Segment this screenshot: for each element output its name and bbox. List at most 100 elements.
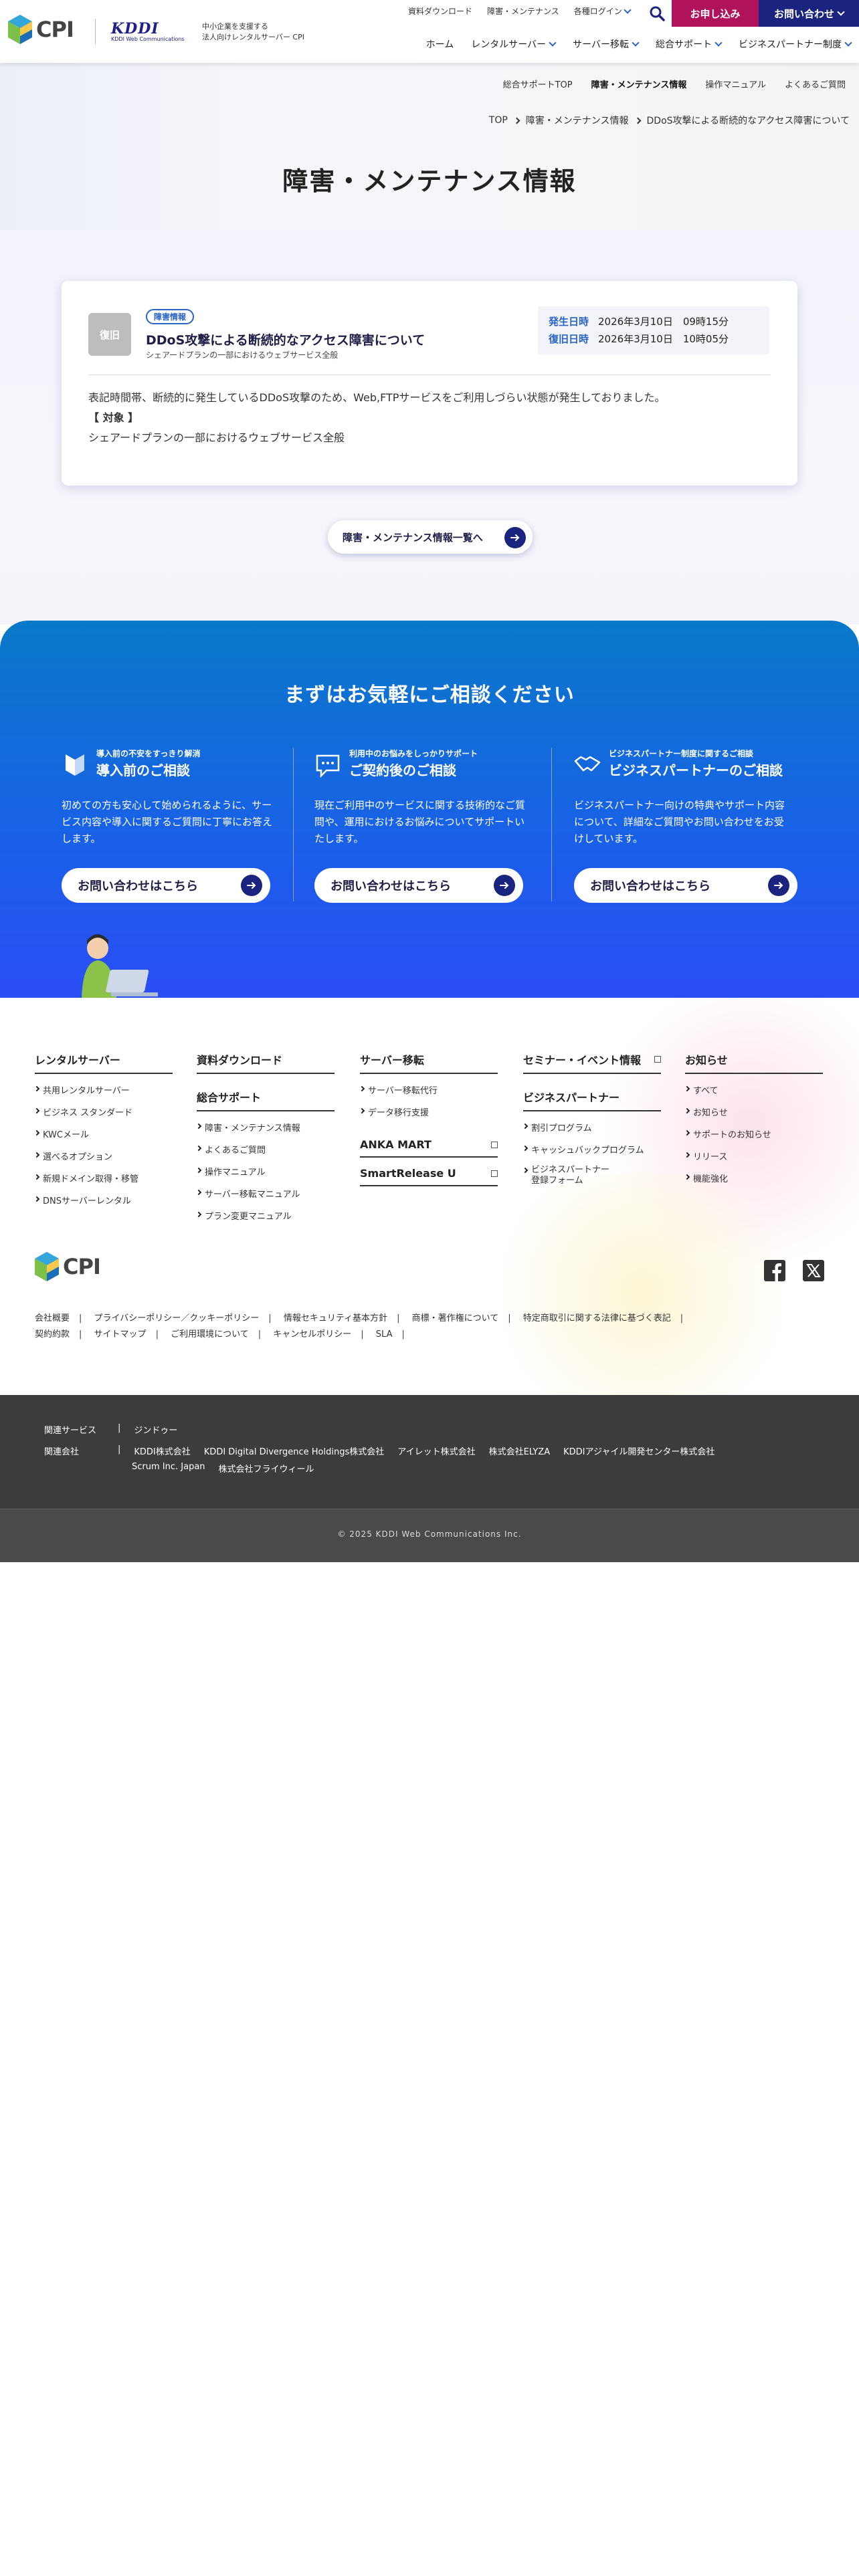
util-maintenance[interactable]: 障害・メンテナンス: [487, 5, 559, 17]
footer-link[interactable]: DNSサーバーレンタル: [33, 1194, 173, 1206]
footer-link[interactable]: 共用レンタルサーバー: [33, 1083, 173, 1096]
footer-link[interactable]: ビジネスパートナー 登録フォーム: [522, 1165, 661, 1186]
breadcrumb-maintenance[interactable]: 障害・メンテナンス情報: [526, 114, 629, 127]
company-link[interactable]: アイレット株式会社: [397, 1444, 475, 1457]
footer-link-label: ビジネス スタンダード: [43, 1108, 133, 1118]
chevron-right-icon: [33, 1085, 40, 1092]
footer-link[interactable]: よくあるご質問: [195, 1143, 335, 1156]
util-download[interactable]: 資料ダウンロード: [408, 5, 472, 17]
legal-link[interactable]: 会社概要: [35, 1313, 70, 1323]
legal-separator: |: [508, 1313, 511, 1323]
footer-link[interactable]: キャッシュバックプログラム: [522, 1143, 661, 1156]
company-link[interactable]: 株式会社ELYZA: [489, 1444, 550, 1457]
legal-separator: |: [680, 1313, 684, 1323]
footer-link[interactable]: サーバー移転マニュアル: [195, 1187, 335, 1200]
footer-head-smartrelease-label: SmartRelease U: [360, 1167, 456, 1180]
footer-link[interactable]: リリース: [684, 1150, 823, 1162]
footer-link[interactable]: 割引プログラム: [522, 1121, 661, 1134]
footer-link-label: キャッシュバックプログラム: [531, 1146, 644, 1156]
footer-head-partner[interactable]: ビジネスパートナー: [523, 1089, 661, 1111]
footer-link[interactable]: ビジネス スタンダード: [33, 1105, 173, 1118]
footer-link-label: 操作マニュアル: [205, 1168, 266, 1178]
apply-button[interactable]: お申し込み: [672, 0, 759, 27]
footer-head-smartrelease[interactable]: SmartRelease U: [360, 1167, 498, 1186]
legal-link[interactable]: SLA: [376, 1329, 393, 1339]
breadcrumb-top[interactable]: TOP: [489, 115, 508, 126]
subnav-maintenance[interactable]: 障害・メンテナンス情報: [591, 78, 687, 90]
footer-link[interactable]: サポートのお知らせ: [684, 1128, 823, 1140]
footer-head-rental[interactable]: レンタルサーバー: [35, 1051, 173, 1074]
footer-head-news[interactable]: お知らせ: [685, 1051, 823, 1074]
consult-section: まずはお気軽にご相談ください 導入前の不安をすっきり解消 導入前のご相談 初めて…: [0, 621, 859, 998]
facebook-icon[interactable]: [764, 1260, 785, 1281]
footer-head-seminar[interactable]: セミナー・イベント情報: [523, 1051, 661, 1074]
footer-head-download[interactable]: 資料ダウンロード: [197, 1051, 335, 1074]
list-link-button[interactable]: 障害・メンテナンス情報一覧へ: [328, 520, 533, 554]
subnav-support-top[interactable]: 総合サポートTOP: [503, 78, 573, 90]
nav-home[interactable]: ホーム: [426, 37, 454, 51]
related-services-row: 関連サービス | ジンドゥー: [44, 1423, 177, 1436]
copyright: © 2025 KDDI Web Communications Inc.: [337, 1529, 522, 1539]
kddi-logo-text: KDDI: [111, 20, 159, 37]
footer-link[interactable]: すべて: [684, 1083, 823, 1096]
legal-link[interactable]: サイトマップ: [94, 1329, 147, 1339]
company-link[interactable]: KDDI Digital Divergence Holdings株式会社: [204, 1444, 384, 1457]
legal-link[interactable]: 契約約款: [35, 1329, 70, 1339]
nav-support-label: 総合サポート: [656, 39, 712, 50]
legal-link[interactable]: ご利用環境について: [171, 1329, 249, 1339]
consult-pre-button[interactable]: お問い合わせはこちら: [62, 868, 270, 903]
legal-link[interactable]: 商標・著作権について: [412, 1313, 499, 1323]
chevron-right-icon: [684, 1152, 690, 1158]
chevron-right-icon: [195, 1189, 202, 1196]
kddi-logo[interactable]: KDDI KDDI Web Communications: [111, 20, 191, 42]
contact-button[interactable]: お問い合わせ: [759, 0, 859, 27]
footer-head-migration[interactable]: サーバー移転: [360, 1051, 498, 1074]
nav-rental-server[interactable]: レンタルサーバー: [471, 37, 557, 51]
footer-head-anka[interactable]: ANKA MART: [360, 1138, 498, 1158]
footer-link[interactable]: KWCメール: [33, 1128, 173, 1140]
subnav-manual[interactable]: 操作マニュアル: [705, 78, 766, 90]
nav-support[interactable]: 総合サポート: [656, 37, 723, 51]
footer-link[interactable]: サーバー移転代行: [359, 1083, 498, 1096]
footer-link-label: サーバー移転代行: [368, 1086, 438, 1096]
legal-link[interactable]: プライバシーポリシー／クッキーポリシー: [94, 1313, 260, 1323]
legal-link[interactable]: キャンセルポリシー: [273, 1329, 351, 1339]
util-login[interactable]: 各種ログイン: [574, 5, 632, 17]
nav-server-migration[interactable]: サーバー移転: [573, 37, 640, 51]
related-link[interactable]: ジンドゥー: [134, 1423, 177, 1436]
footer-link[interactable]: プラン変更マニュアル: [195, 1209, 335, 1222]
recover-row: 復旧日時 2026年3月10日 10時05分: [549, 330, 759, 348]
cpi-logo[interactable]: CPI: [8, 15, 74, 44]
company-link[interactable]: KDDIアジャイル開発センター株式会社: [563, 1444, 714, 1457]
notice-target-label: 【 対象 】: [88, 411, 139, 424]
nav-partner[interactable]: ビジネスパートナー制度: [739, 37, 852, 51]
footer-link[interactable]: データ移行支援: [359, 1105, 498, 1118]
subnav-faq[interactable]: よくあるご質問: [785, 78, 846, 90]
search-icon[interactable]: [648, 4, 666, 23]
consult-post-button[interactable]: お問い合わせはこちら: [314, 868, 523, 903]
chevron-right-icon: [513, 117, 520, 124]
footer-col-news: お知らせ すべて お知らせ サポートのお知らせ リリース 機能強化: [684, 1051, 823, 1184]
company-link[interactable]: Scrum Inc. Japan: [132, 1462, 205, 1475]
footer-link[interactable]: お知らせ: [684, 1105, 823, 1118]
footer-link[interactable]: 新規ドメイン取得・移管: [33, 1172, 173, 1184]
legal-link[interactable]: 情報セキュリティ基本方針: [284, 1313, 387, 1323]
footer-logo[interactable]: CPI: [35, 1252, 101, 1281]
footer-link[interactable]: 操作マニュアル: [195, 1165, 335, 1178]
chevron-right-icon: [359, 1107, 365, 1114]
footer-link[interactable]: 障害・メンテナンス情報: [195, 1121, 335, 1134]
consult-partner-button[interactable]: お問い合わせはこちら: [574, 868, 797, 903]
company-link[interactable]: 株式会社フライウィール: [219, 1462, 314, 1475]
footer-link[interactable]: 選べるオプション: [33, 1150, 173, 1162]
beginner-mark-icon: [66, 754, 84, 776]
notice-dates: 発生日時 2026年3月10日 09時15分 復旧日時 2026年3月10日 10時…: [538, 306, 769, 354]
copyright-band: © 2025 KDDI Web Communications Inc.: [0, 1509, 859, 1562]
legal-separator: |: [268, 1313, 272, 1323]
x-twitter-icon[interactable]: [803, 1260, 824, 1281]
footer-col-rental: レンタルサーバー 共用レンタルサーバー ビジネス スタンダード KWCメール 選…: [33, 1051, 173, 1206]
consult-pre-button-label: お問い合わせはこちら: [78, 879, 198, 893]
footer-head-support[interactable]: 総合サポート: [197, 1089, 335, 1111]
legal-link[interactable]: 特定商取引に関する法律に基づく表記: [523, 1313, 671, 1323]
footer-link[interactable]: 機能強化: [684, 1172, 823, 1184]
company-link[interactable]: KDDI株式会社: [134, 1444, 190, 1457]
